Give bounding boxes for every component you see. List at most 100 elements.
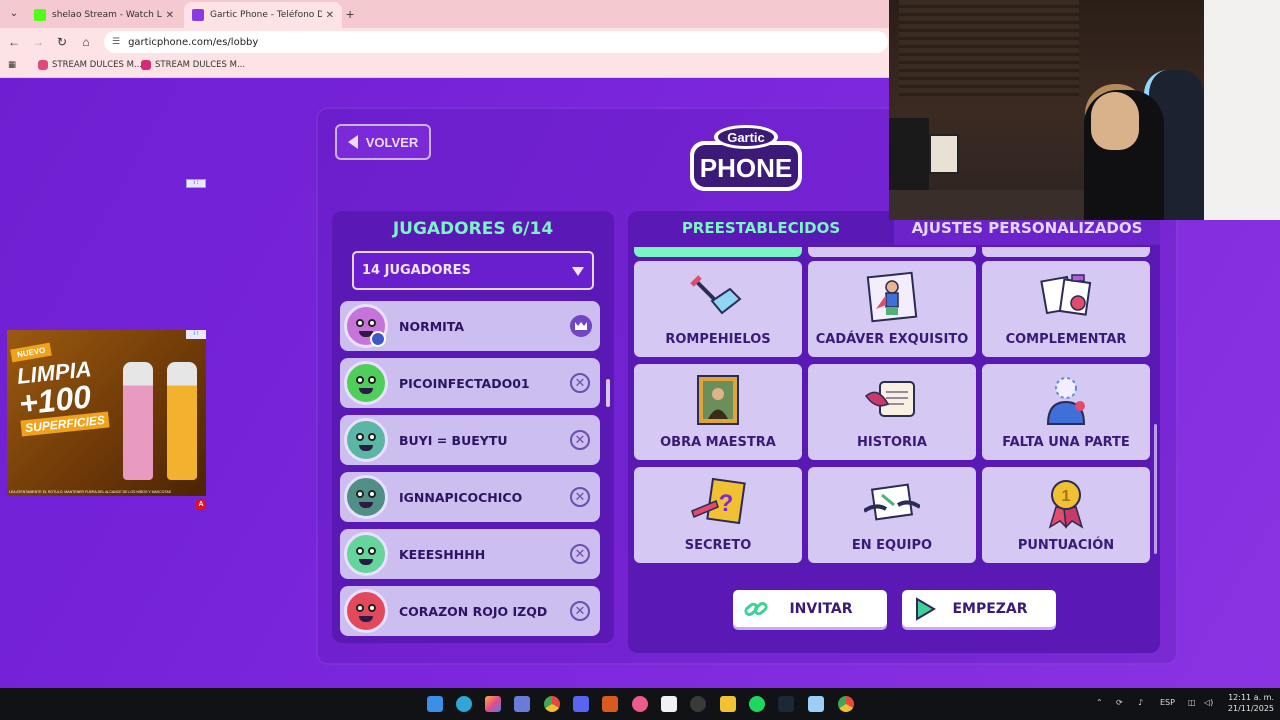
game-modes-panel: PREESTABLECIDOS AJUSTES PERSONALIZADOS R…	[628, 211, 1160, 653]
crown-icon	[570, 315, 592, 337]
back-arrow-icon[interactable]: ←	[6, 34, 22, 50]
medal-icon: 1	[1048, 480, 1084, 529]
list-item: PICOINFECTADO01 ✕	[340, 358, 600, 408]
language-indicator[interactable]: ESP	[1160, 698, 1175, 707]
mode-card-peek[interactable]	[982, 247, 1150, 257]
wifi-icon[interactable]: ◫	[1188, 698, 1196, 707]
copilot-icon[interactable]	[485, 696, 501, 712]
player-name: PICOINFECTADO01	[399, 375, 530, 391]
list-item: CORAZON ROJO IZQD ✕	[340, 586, 600, 636]
product-bottle-yellow	[167, 362, 197, 480]
system-clock[interactable]: 12:11 a. m. 21/11/2025	[1222, 692, 1274, 714]
tab-gartic-phone[interactable]: Gartic Phone - Teléfono Descon ✕	[184, 2, 342, 28]
kick-player-icon[interactable]: ✕	[570, 373, 590, 393]
app-icon[interactable]	[514, 696, 530, 712]
avatar	[344, 589, 388, 633]
tab-presets[interactable]: PREESTABLECIDOS	[628, 211, 894, 245]
invite-button[interactable]: INVITAR	[733, 590, 887, 627]
dropdown-caret-icon	[572, 267, 584, 276]
bookmark-label: STREAM DULCES M...	[52, 60, 143, 70]
notepad-icon[interactable]	[661, 696, 677, 712]
app-icon[interactable]	[808, 696, 824, 712]
back-button[interactable]: VOLVER	[335, 124, 431, 160]
logo-gartic-text: Gartic	[727, 130, 765, 145]
app-icon[interactable]	[602, 696, 618, 712]
ad-corner-badge: A	[196, 500, 206, 510]
player-name: NORMITA	[399, 318, 465, 334]
kick-player-icon[interactable]: ✕	[570, 601, 590, 621]
tab-kick-stream[interactable]: shelao Stream - Watch Live on ✕	[26, 2, 182, 28]
advertisement-banner[interactable]: NUEVO LIMPIA +100 SUPERFICIES LEA ATENTA…	[7, 330, 206, 496]
invite-label: INVITAR	[789, 600, 853, 617]
mode-card-icebreaker[interactable]: ROMPEHIELOS	[634, 261, 802, 357]
kick-favicon-icon	[34, 9, 46, 21]
collectibles-shelf	[1204, 0, 1280, 220]
network-icon[interactable]: ⟳	[1116, 698, 1123, 707]
steam-icon[interactable]	[778, 696, 794, 712]
ad-choices-icon[interactable]: i ⁝	[186, 330, 206, 339]
file-explorer-icon[interactable]	[720, 696, 736, 712]
tab-title: shelao Stream - Watch Live on	[52, 10, 162, 20]
ad-fine-print: LEA ATENTAMENTE EL RÓTULO. MANTENER FUER…	[9, 490, 172, 494]
max-players-select[interactable]: 14 JUGADORES	[352, 251, 594, 290]
site-info-icon[interactable]: ☰	[112, 37, 120, 47]
mode-card-selected-peek[interactable]	[634, 247, 802, 257]
mode-card-masterpiece[interactable]: OBRA MAESTRA	[634, 364, 802, 460]
mode-card-secret[interactable]: ? SECRETO	[634, 467, 802, 563]
mode-card-exquisite-corpse[interactable]: CADÁVER EXQUISITO	[808, 261, 976, 357]
ad-choices-icon[interactable]: i ⁝	[186, 179, 206, 188]
address-bar[interactable]: ☰ garticphone.com/es/lobby	[104, 31, 888, 53]
clock-time: 12:11 a. m.	[1228, 693, 1274, 702]
kick-player-icon[interactable]: ✕	[570, 544, 590, 564]
close-tab-icon[interactable]: ✕	[166, 10, 174, 21]
kick-player-icon[interactable]: ✕	[570, 487, 590, 507]
mode-card-team[interactable]: EN EQUIPO	[808, 467, 976, 563]
start-button[interactable]: EMPEZAR	[902, 590, 1056, 627]
apps-grid-icon[interactable]: ▦	[8, 60, 16, 70]
mode-card-story[interactable]: HISTORIA	[808, 364, 976, 460]
player-name: CORAZON ROJO IZQD	[399, 603, 548, 619]
mode-card-complement[interactable]: COMPLEMENTAR	[982, 261, 1150, 357]
modes-scrollbar[interactable]	[1154, 424, 1157, 554]
tab-search-icon[interactable]: ⌄	[6, 6, 22, 22]
mode-card-missing-piece[interactable]: FALTA UNA PARTE	[982, 364, 1150, 460]
reload-icon[interactable]: ↻	[54, 34, 70, 50]
spotify-icon[interactable]	[749, 696, 765, 712]
home-icon[interactable]: ⌂	[78, 34, 94, 50]
missing-part-icon	[1046, 377, 1086, 425]
ice-pick-icon	[690, 275, 742, 315]
show-hidden-icons-icon[interactable]: ⌃	[1096, 698, 1103, 707]
start-menu-icon[interactable]	[427, 696, 443, 712]
app-icon[interactable]	[632, 696, 648, 712]
max-players-value: 14 JUGADORES	[362, 263, 471, 278]
mode-card-score[interactable]: 1 PUNTUACIÓN	[982, 467, 1150, 563]
player-list[interactable]: NORMITA PICOINFECTADO01 ✕ BUYI = BUEYTU …	[340, 301, 602, 643]
obs-icon[interactable]	[690, 696, 706, 712]
clock-date: 21/11/2025	[1227, 704, 1274, 713]
product-bottle-pink	[123, 362, 153, 480]
modes-grid[interactable]: ROMPEHIELOS CADÁVER EXQUISITO COMPLEMENT…	[632, 247, 1156, 649]
list-item: NORMITA	[340, 301, 600, 351]
team-hands-icon	[864, 483, 920, 521]
bookmark-item[interactable]: STREAM DULCES M...	[38, 60, 142, 70]
player-list-scrollbar[interactable]	[606, 379, 610, 407]
microphone-icon[interactable]: ♪	[1138, 698, 1143, 707]
discord-icon[interactable]	[573, 696, 589, 712]
gartic-phone-logo: Gartic PHONE	[690, 125, 802, 191]
mode-name: SECRETO	[684, 538, 752, 553]
new-tab-icon[interactable]: +	[346, 6, 354, 22]
secret-question-icon: ?	[691, 477, 746, 525]
window-blind	[899, 0, 1079, 100]
chrome-icon[interactable]	[838, 696, 854, 712]
close-tab-icon[interactable]: ✕	[326, 10, 334, 21]
bookmark-item[interactable]: STREAM DULCES M...	[141, 60, 245, 70]
chrome-icon[interactable]	[544, 696, 560, 712]
volume-icon[interactable]: ◁)	[1204, 698, 1213, 707]
forward-arrow-icon[interactable]: →	[30, 34, 46, 50]
play-icon	[916, 596, 936, 621]
mode-card-peek[interactable]	[808, 247, 976, 257]
edge-icon[interactable]	[456, 696, 472, 712]
kick-player-icon[interactable]: ✕	[570, 430, 590, 450]
list-item: IGNNAPICOCHICO ✕	[340, 472, 600, 522]
bookmark-label: STREAM DULCES M...	[155, 60, 246, 70]
